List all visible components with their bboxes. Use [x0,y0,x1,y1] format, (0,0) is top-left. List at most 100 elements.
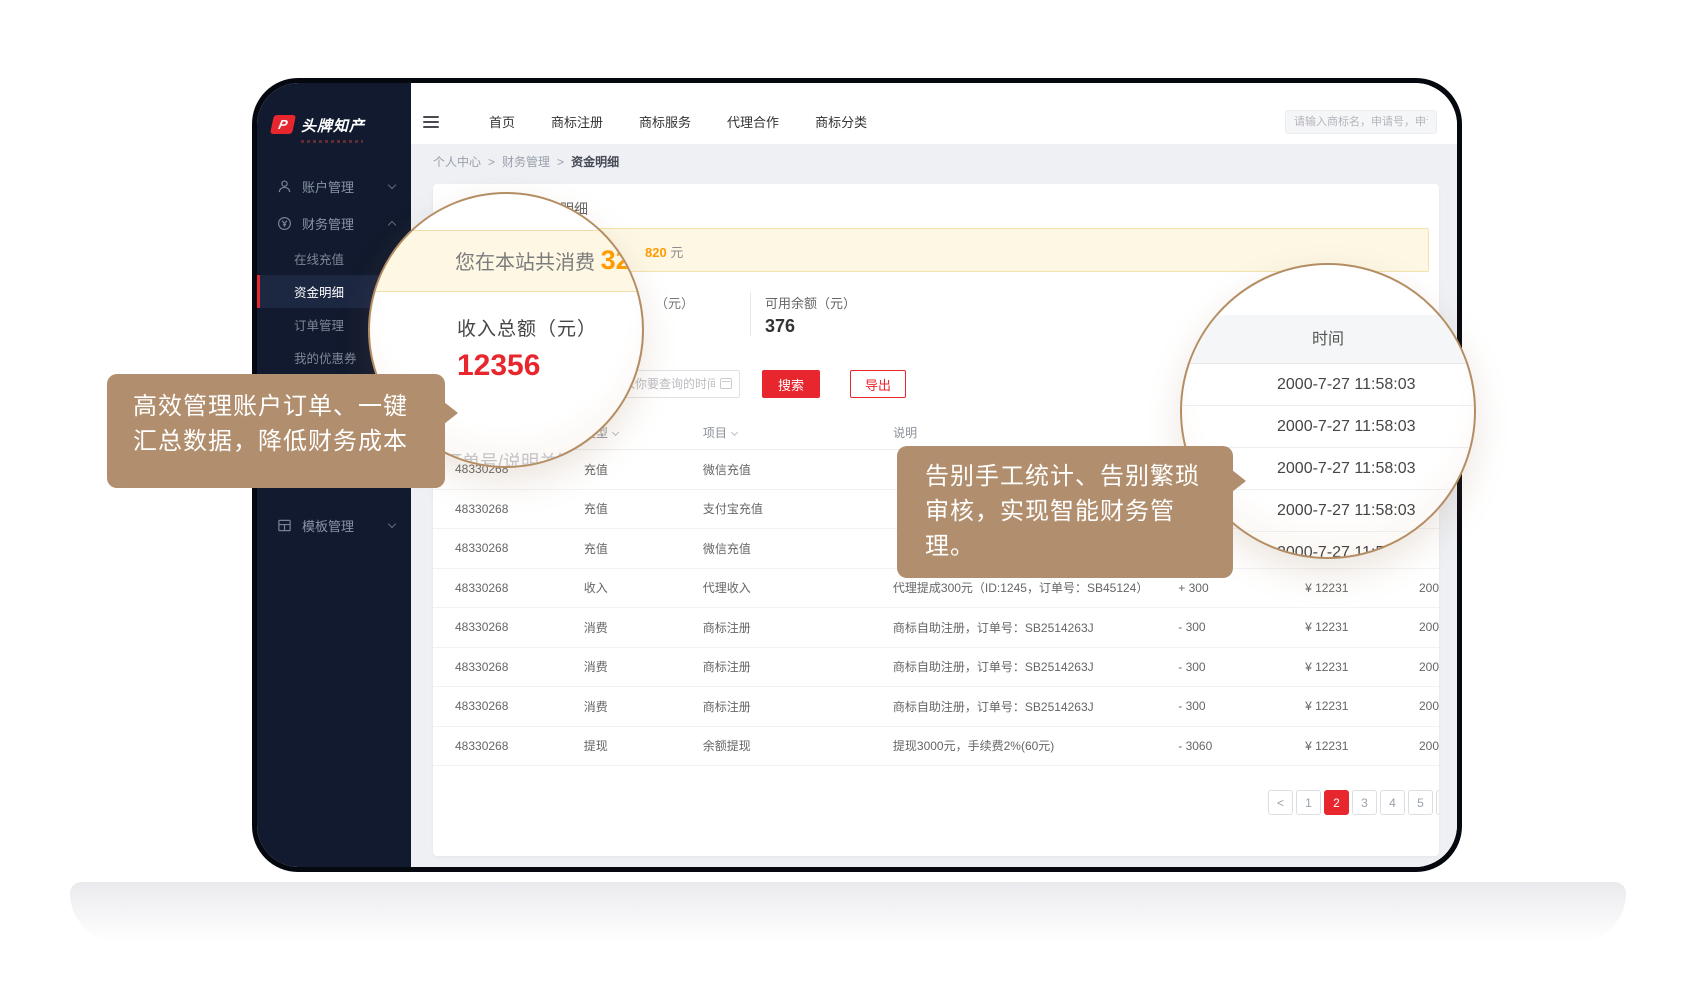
consumption-unit: 元 [670,245,683,260]
magnified-banner-amount: 32124 [601,245,644,275]
sort-caret-icon [612,429,619,436]
pagination: < 1 2 3 4 5 > [1268,790,1439,815]
nav-item-trademark-register[interactable]: 商标注册 [545,108,609,135]
sidebar-item-label: 资金明细 [294,282,344,301]
cell-project: 商标注册 [703,619,893,636]
breadcrumb-item[interactable]: 财务管理 [502,153,550,170]
pagination-page-5[interactable]: 5 [1408,790,1433,815]
calendar-icon[interactable] [720,378,732,389]
cell-amount: - 300 [1178,699,1305,713]
logo-text: 头牌知产 [301,115,365,136]
breadcrumb: 个人中心 > 财务管理 > 资金明细 [411,145,1457,178]
sidebar-item-account[interactable]: 账户管理 [257,168,411,205]
cell-desc: 商标自助注册，订单号：SB2514263J [893,698,1178,715]
cell-type: 充值 [584,461,703,478]
cell-project: 余额提现 [703,737,893,754]
pagination-prev-button[interactable]: < [1268,790,1293,815]
hamburger-menu-icon[interactable] [423,116,439,128]
logo-icon: P [270,115,296,134]
cell-type: 充值 [584,540,703,557]
cell-balance: ¥ 12231 [1305,699,1419,713]
cell-desc: 提现3000元，手续费2%(60元) [893,737,1178,754]
available-balance-value: 376 [765,316,795,337]
cell-balance: ¥ 12231 [1305,620,1419,634]
nav-item-trademark-service[interactable]: 商标服务 [633,108,697,135]
consumption-amount: 820 [645,245,667,260]
laptop-base [70,882,1626,942]
table-row: 48330268 消费 商标注册 商标自助注册，订单号：SB2514263J -… [433,608,1439,648]
pagination-page-4[interactable]: 4 [1380,790,1405,815]
consumption-banner-text: 820 元 [645,242,683,261]
trademark-search-input[interactable] [1285,110,1437,134]
user-icon [277,179,292,194]
cell-desc: 代理提成300元（ID:1245，订单号：SB45124） [893,579,1178,596]
cell-project: 微信充值 [703,461,893,478]
cell-balance: ¥ 12231 [1305,581,1419,595]
cell-balance: ¥ 12231 [1305,739,1419,753]
stat-partial-label: （元） [655,293,694,312]
finance-icon [277,216,292,231]
cell-time: 2000-7-27 11:58:03 [1419,620,1439,634]
cell-type: 消费 [584,698,703,715]
cell-project: 商标注册 [703,658,893,675]
pagination-page-3[interactable]: 3 [1352,790,1377,815]
magnified-time-cell: 2000-7-27 11:58:03 [1182,364,1474,406]
magnified-income-value: 12356 [457,349,540,383]
cell-project: 代理收入 [703,579,893,596]
search-button[interactable]: 搜索 [762,370,820,398]
cell-type: 提现 [584,737,703,754]
cell-amount: - 300 [1178,620,1305,634]
magnified-time-header: 时间 [1182,315,1474,364]
cell-time: 2000-7-27 11:58:03 [1419,660,1439,674]
table-row: 48330268 消费 商标注册 商标自助注册，订单号：SB2514263J -… [433,687,1439,727]
sidebar-item-templates[interactable]: 模板管理 [257,507,411,544]
pagination-page-2-active[interactable]: 2 [1324,790,1349,815]
magnified-banner-text: 您在本站共消费 32124 元 [455,245,644,276]
sidebar-item-label: 我的优惠券 [294,348,357,367]
cell-type: 消费 [584,658,703,675]
pagination-page-1[interactable]: 1 [1296,790,1321,815]
chevron-up-icon [388,221,396,229]
magnified-table-header: 订单号/说明关键字 [444,448,593,468]
callout-left: 高效管理账户订单、一键汇总数据，降低财务成本 [107,374,445,488]
cell-amount: - 300 [1178,660,1305,674]
cell-order: 48330268 [455,660,584,674]
top-navbar: 首页 商标注册 商标服务 代理合作 商标分类 [411,83,1457,145]
nav-item-agency[interactable]: 代理合作 [721,108,785,135]
cell-amount: + 300 [1178,581,1305,595]
cell-time: 2000-7-27 11:58:03 [1419,581,1439,595]
callout-right: 告别手工统计、告别繁琐审核，实现智能财务管理。 [897,446,1233,578]
cell-project: 支付宝充值 [703,500,893,517]
breadcrumb-separator: > [557,155,564,169]
cell-desc: 商标自助注册，订单号：SB2514263J [893,619,1178,636]
cell-desc: 商标自助注册，订单号：SB2514263J [893,658,1178,675]
nav-item-home[interactable]: 首页 [483,108,521,135]
header-desc: 说明 [893,424,1178,441]
cell-project: 商标注册 [703,698,893,715]
magnified-banner-prefix: 您在本站共消费 [455,252,601,274]
cell-amount: - 3060 [1178,739,1305,753]
cell-order: 48330268 [455,541,584,555]
logo-subtitle [301,140,363,143]
breadcrumb-current: 资金明细 [571,153,619,170]
cell-type: 充值 [584,500,703,517]
export-button[interactable]: 导出 [850,370,906,398]
top-nav-items: 首页 商标注册 商标服务 代理合作 商标分类 [483,108,873,135]
magnified-income-label: 收入总额（元） [457,314,597,341]
cell-balance: ¥ 12231 [1305,660,1419,674]
stat-divider [750,292,751,336]
sidebar-item-label: 账户管理 [302,177,389,196]
header-project[interactable]: 项目 [703,424,893,441]
cell-order: 48330268 [455,620,584,634]
breadcrumb-separator: > [488,155,495,169]
page-canvas: P 头牌知产 账户管理 [0,0,1696,1002]
cell-order: 48330268 [455,581,584,595]
pagination-next-button[interactable]: > [1436,790,1439,815]
table-row: 48330268 提现 余额提现 提现3000元，手续费2%(60元) - 30… [433,727,1439,767]
chevron-down-icon [388,520,396,528]
cell-type: 消费 [584,619,703,636]
nav-item-trademark-category[interactable]: 商标分类 [809,108,873,135]
table-row: 48330268 消费 商标注册 商标自助注册，订单号：SB2514263J -… [433,648,1439,688]
breadcrumb-item[interactable]: 个人中心 [433,153,481,170]
sort-caret-icon [731,429,738,436]
